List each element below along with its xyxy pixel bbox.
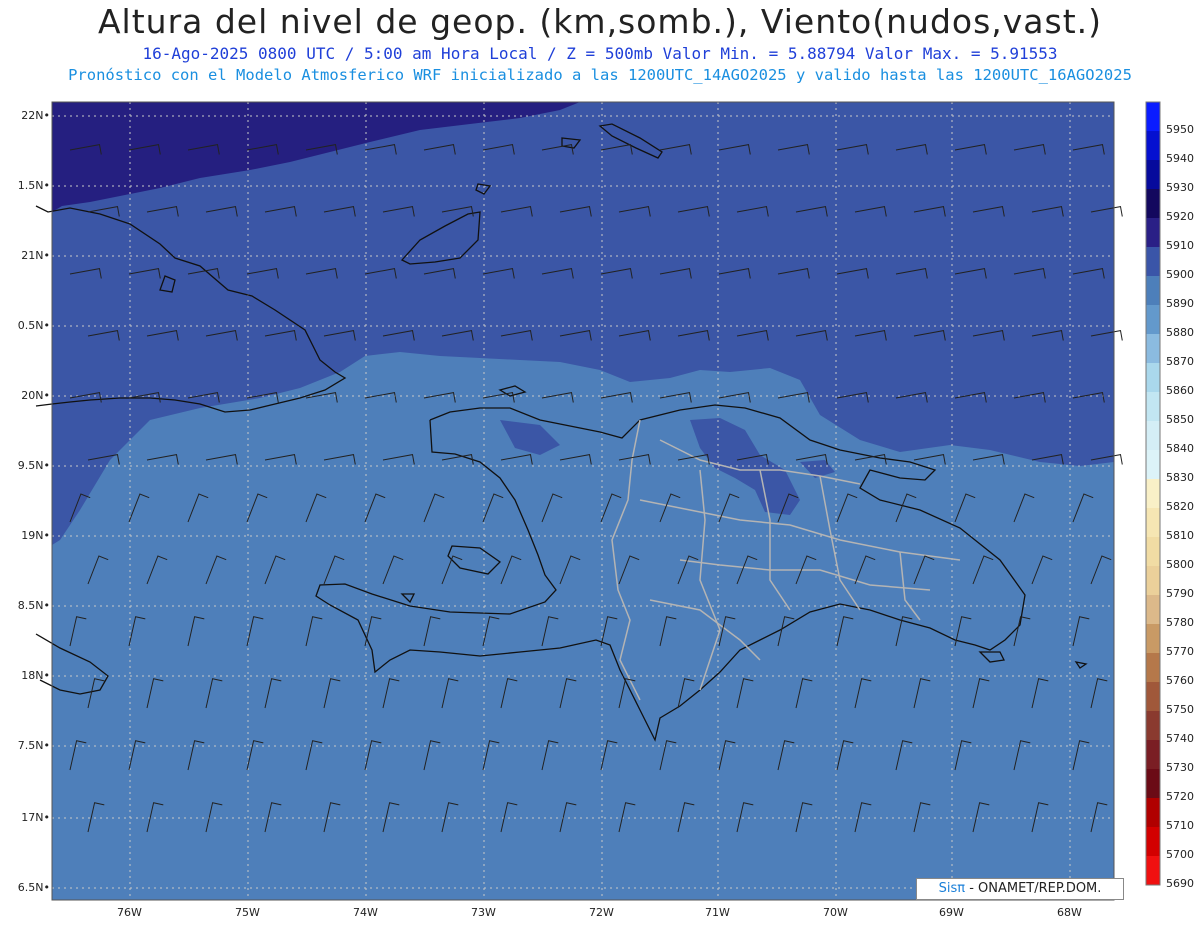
colorbar-label: 5830 [1166,471,1194,484]
lon-label: 69W [939,906,964,919]
colorbar-label: 5780 [1166,616,1194,629]
colorbar-label: 5690 [1166,877,1194,890]
lat-label: 22N• [21,109,50,122]
colorbar-swatch [1146,160,1160,189]
colorbar-swatch [1146,537,1160,566]
colorbar-swatch [1146,740,1160,769]
colorbar-label: 5760 [1166,674,1194,687]
lon-label: 73W [471,906,496,919]
colorbar-label: 5820 [1166,500,1194,513]
colorbar-swatch [1146,624,1160,653]
colorbar-label: 5770 [1166,645,1194,658]
colorbar-label: 5930 [1166,181,1194,194]
colorbar-label: 5740 [1166,732,1194,745]
colorbar-swatch [1146,131,1160,160]
colorbar-label: 5920 [1166,210,1194,223]
colorbar-swatch [1146,856,1160,885]
colorbar-swatch [1146,450,1160,479]
colorbar-label: 5870 [1166,355,1194,368]
colorbar-swatch [1146,769,1160,798]
lon-label: 70W [823,906,848,919]
lon-label: 71W [705,906,730,919]
lon-label: 76W [117,906,142,919]
colorbar-swatch [1146,827,1160,856]
colorbar-swatch [1146,421,1160,450]
lon-label: 68W [1057,906,1082,919]
colorbar-swatch [1146,566,1160,595]
colorbar-swatch [1146,189,1160,218]
colorbar-label: 5800 [1166,558,1194,571]
lat-label: 8.5N• [17,599,50,612]
colorbar-swatch [1146,682,1160,711]
colorbar-label: 5850 [1166,413,1194,426]
lon-label: 72W [589,906,614,919]
lat-label: 1.5N• [17,179,50,192]
colorbar-label: 5790 [1166,587,1194,600]
credit-text: - ONAMET/REP.DOM. [965,881,1102,896]
credit-box: Sisπ - ONAMET/REP.DOM. [916,878,1124,900]
lat-label: 21N• [21,249,50,262]
colorbar-label: 5750 [1166,703,1194,716]
lat-label: 6.5N• [17,881,50,894]
colorbar-swatch [1146,247,1160,276]
geopotential-field [52,102,1114,900]
colorbar-label: 5860 [1166,384,1194,397]
colorbar-label: 5910 [1166,239,1194,252]
lat-label: 18N• [21,669,50,682]
colorbar-label: 5810 [1166,529,1194,542]
colorbar-swatch [1146,508,1160,537]
colorbar-swatch [1146,479,1160,508]
colorbar-label: 5700 [1166,848,1194,861]
colorbar-label: 5890 [1166,297,1194,310]
lon-label: 74W [353,906,378,919]
colorbar-label: 5900 [1166,268,1194,281]
colorbar-label: 5840 [1166,442,1194,455]
colorbar-swatch [1146,218,1160,247]
colorbar-swatch [1146,334,1160,363]
colorbar-swatch [1146,653,1160,682]
lat-label: 0.5N• [17,319,50,332]
colorbar-label: 5710 [1166,819,1194,832]
lat-label: 9.5N• [17,459,50,472]
lat-label: 17N• [21,811,50,824]
lat-label: 7.5N• [17,739,50,752]
colorbar-label: 5940 [1166,152,1194,165]
colorbar-swatch [1146,392,1160,421]
colorbar-swatch [1146,102,1160,131]
colorbar-label: 5880 [1166,326,1194,339]
forecast-map [35,101,1161,901]
colorbar-swatch [1146,711,1160,740]
lat-label: 19N• [21,529,50,542]
lat-label: 20N• [21,389,50,402]
colorbar-swatch [1146,363,1160,392]
lon-label: 75W [235,906,260,919]
colorbar-swatch [1146,305,1160,334]
colorbar-label: 5950 [1166,123,1194,136]
colorbar-label: 5730 [1166,761,1194,774]
colorbar-label: 5720 [1166,790,1194,803]
colorbar-swatch [1146,798,1160,827]
colorbar-swatch [1146,276,1160,305]
colorbar [1145,101,1161,886]
colorbar-swatch [1146,595,1160,624]
credit-brand: Sisπ [938,881,966,896]
